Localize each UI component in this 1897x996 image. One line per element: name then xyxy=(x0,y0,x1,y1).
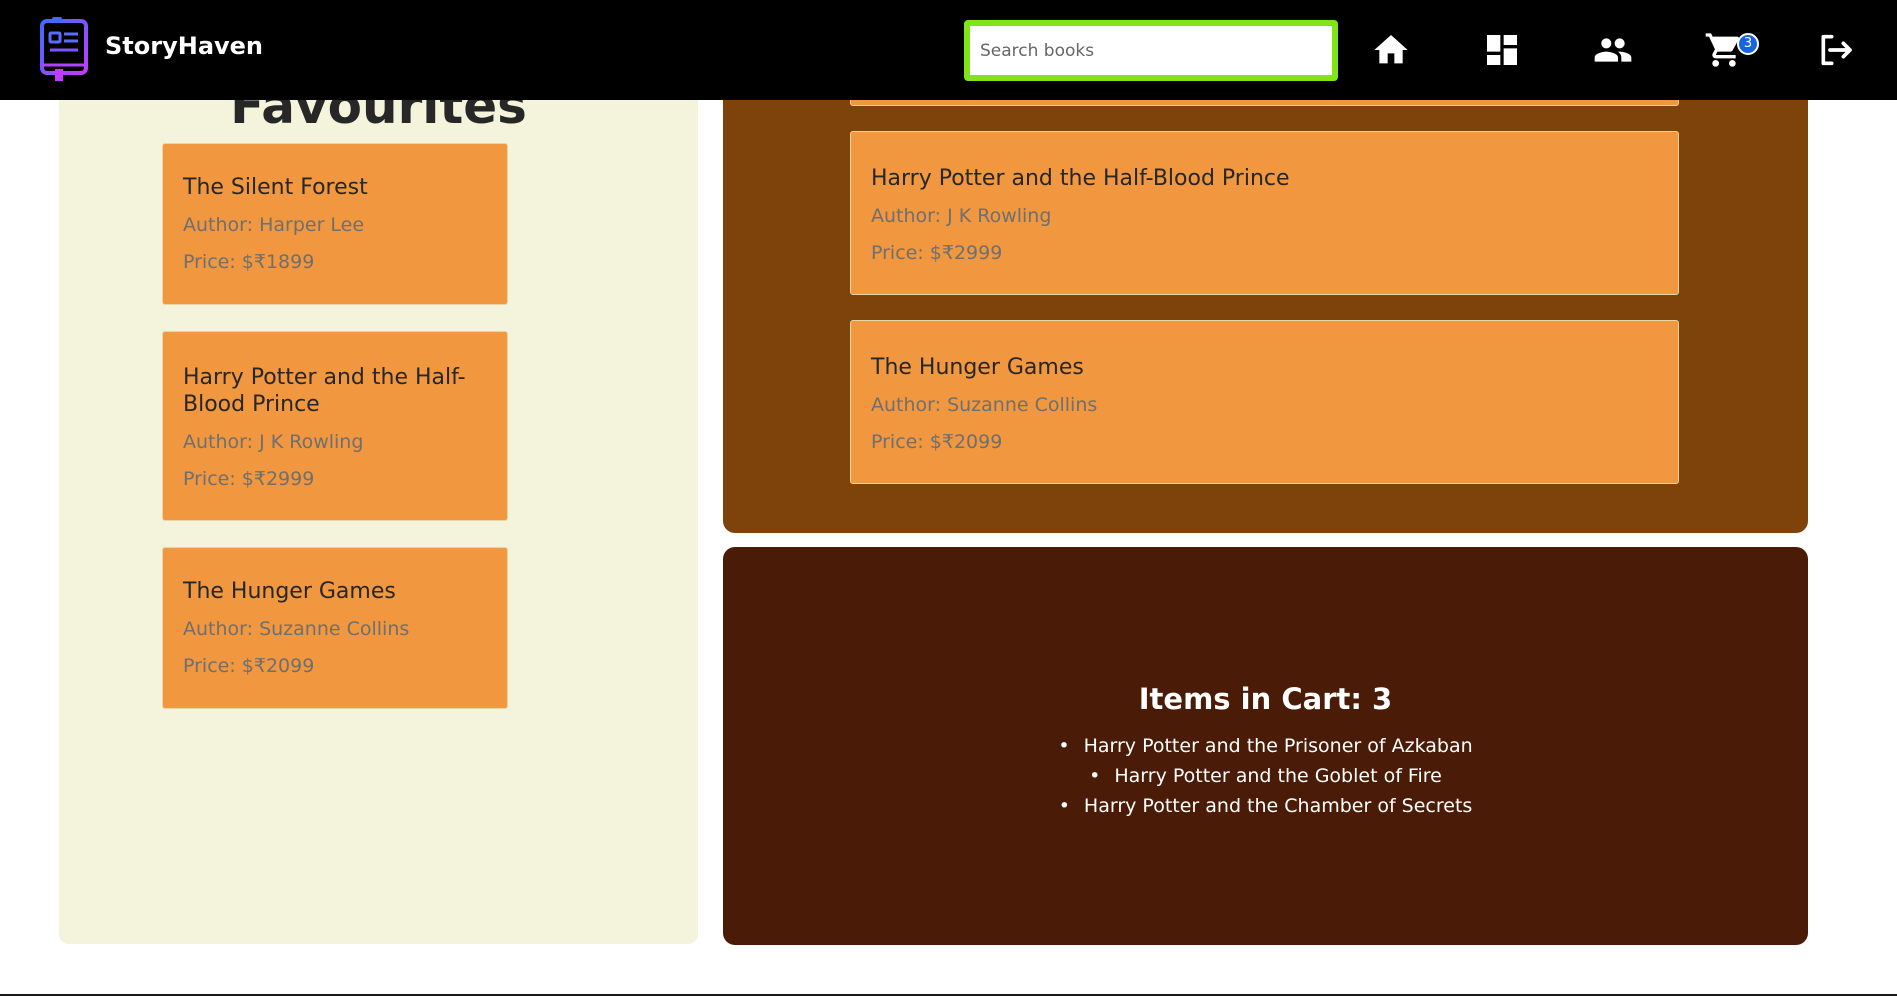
favourite-book-card[interactable]: The Hunger Games Author: Suzanne Collins… xyxy=(162,547,508,709)
book-price: Price: $₹1899 xyxy=(183,251,315,273)
search-box xyxy=(964,20,1338,81)
book-title: The Hunger Games xyxy=(871,355,1084,380)
favourite-book-card[interactable]: Harry Potter and the Half-Blood Prince A… xyxy=(162,331,508,521)
book-price: Price: $₹2999 xyxy=(183,468,315,490)
cart-panel: Items in Cart: 3 • Harry Potter and the P… xyxy=(723,547,1808,945)
cart-item-label: Harry Potter and the Goblet of Fire xyxy=(1114,765,1442,787)
book-title: The Hunger Games xyxy=(183,579,396,604)
book-author: Author: Suzanne Collins xyxy=(871,394,1098,416)
dashboard-icon[interactable] xyxy=(1480,28,1524,72)
bullet-icon: • xyxy=(1058,735,1070,757)
book-author: Author: J K Rowling xyxy=(183,431,364,453)
book-author: Author: Suzanne Collins xyxy=(183,618,410,640)
bullet-icon: • xyxy=(1089,765,1101,787)
cart-item-label: Harry Potter and the Prisoner of Azkaban xyxy=(1083,735,1473,757)
book-title: Harry Potter and the Half-Blood Prince xyxy=(183,365,466,417)
cart-title: Items in Cart: 3 xyxy=(1138,682,1393,716)
book-title: Harry Potter and the Half-Blood Prince xyxy=(871,166,1290,191)
book-price: Price: $₹2099 xyxy=(183,655,315,677)
book-price: Price: $₹2099 xyxy=(871,431,1003,453)
book-card[interactable]: Harry Potter and the Half-Blood Prince A… xyxy=(850,131,1679,295)
cart-item-label: Harry Potter and the Chamber of Secrets xyxy=(1083,795,1473,817)
book-author: Author: Harper Lee xyxy=(183,214,365,236)
cart-count-badge: 3 xyxy=(1737,33,1759,55)
cart-item: • Harry Potter and the Chamber of Secrets xyxy=(723,791,1808,821)
users-icon[interactable] xyxy=(1591,28,1635,72)
book-card[interactable]: The Hunger Games Author: Suzanne Collins… xyxy=(850,320,1679,484)
search-input[interactable] xyxy=(970,26,1332,75)
books-panel: Harry Potter and the Half-Blood Prince A… xyxy=(723,10,1808,533)
cart-item: • Harry Potter and the Prisoner of Azkaba… xyxy=(723,731,1808,761)
logout-icon[interactable] xyxy=(1813,28,1857,72)
book-author: Author: J K Rowling xyxy=(871,205,1052,227)
bullet-icon: • xyxy=(1058,795,1070,817)
book-price: Price: $₹2999 xyxy=(871,242,1003,264)
page: Favourites The Silent Forest Author: Har… xyxy=(0,0,1897,996)
book-logo-icon[interactable] xyxy=(38,17,90,83)
home-icon[interactable] xyxy=(1369,28,1413,72)
cart-item: • Harry Potter and the Goblet of Fire xyxy=(723,761,1808,791)
navbar: StoryHaven 3 xyxy=(0,0,1897,100)
favourite-book-card[interactable]: The Silent Forest Author: Harper Lee Pri… xyxy=(162,143,508,305)
cart-item-list: • Harry Potter and the Prisoner of Azkaba… xyxy=(723,731,1808,821)
book-title: The Silent Forest xyxy=(183,175,368,200)
brand-name[interactable]: StoryHaven xyxy=(105,31,263,61)
